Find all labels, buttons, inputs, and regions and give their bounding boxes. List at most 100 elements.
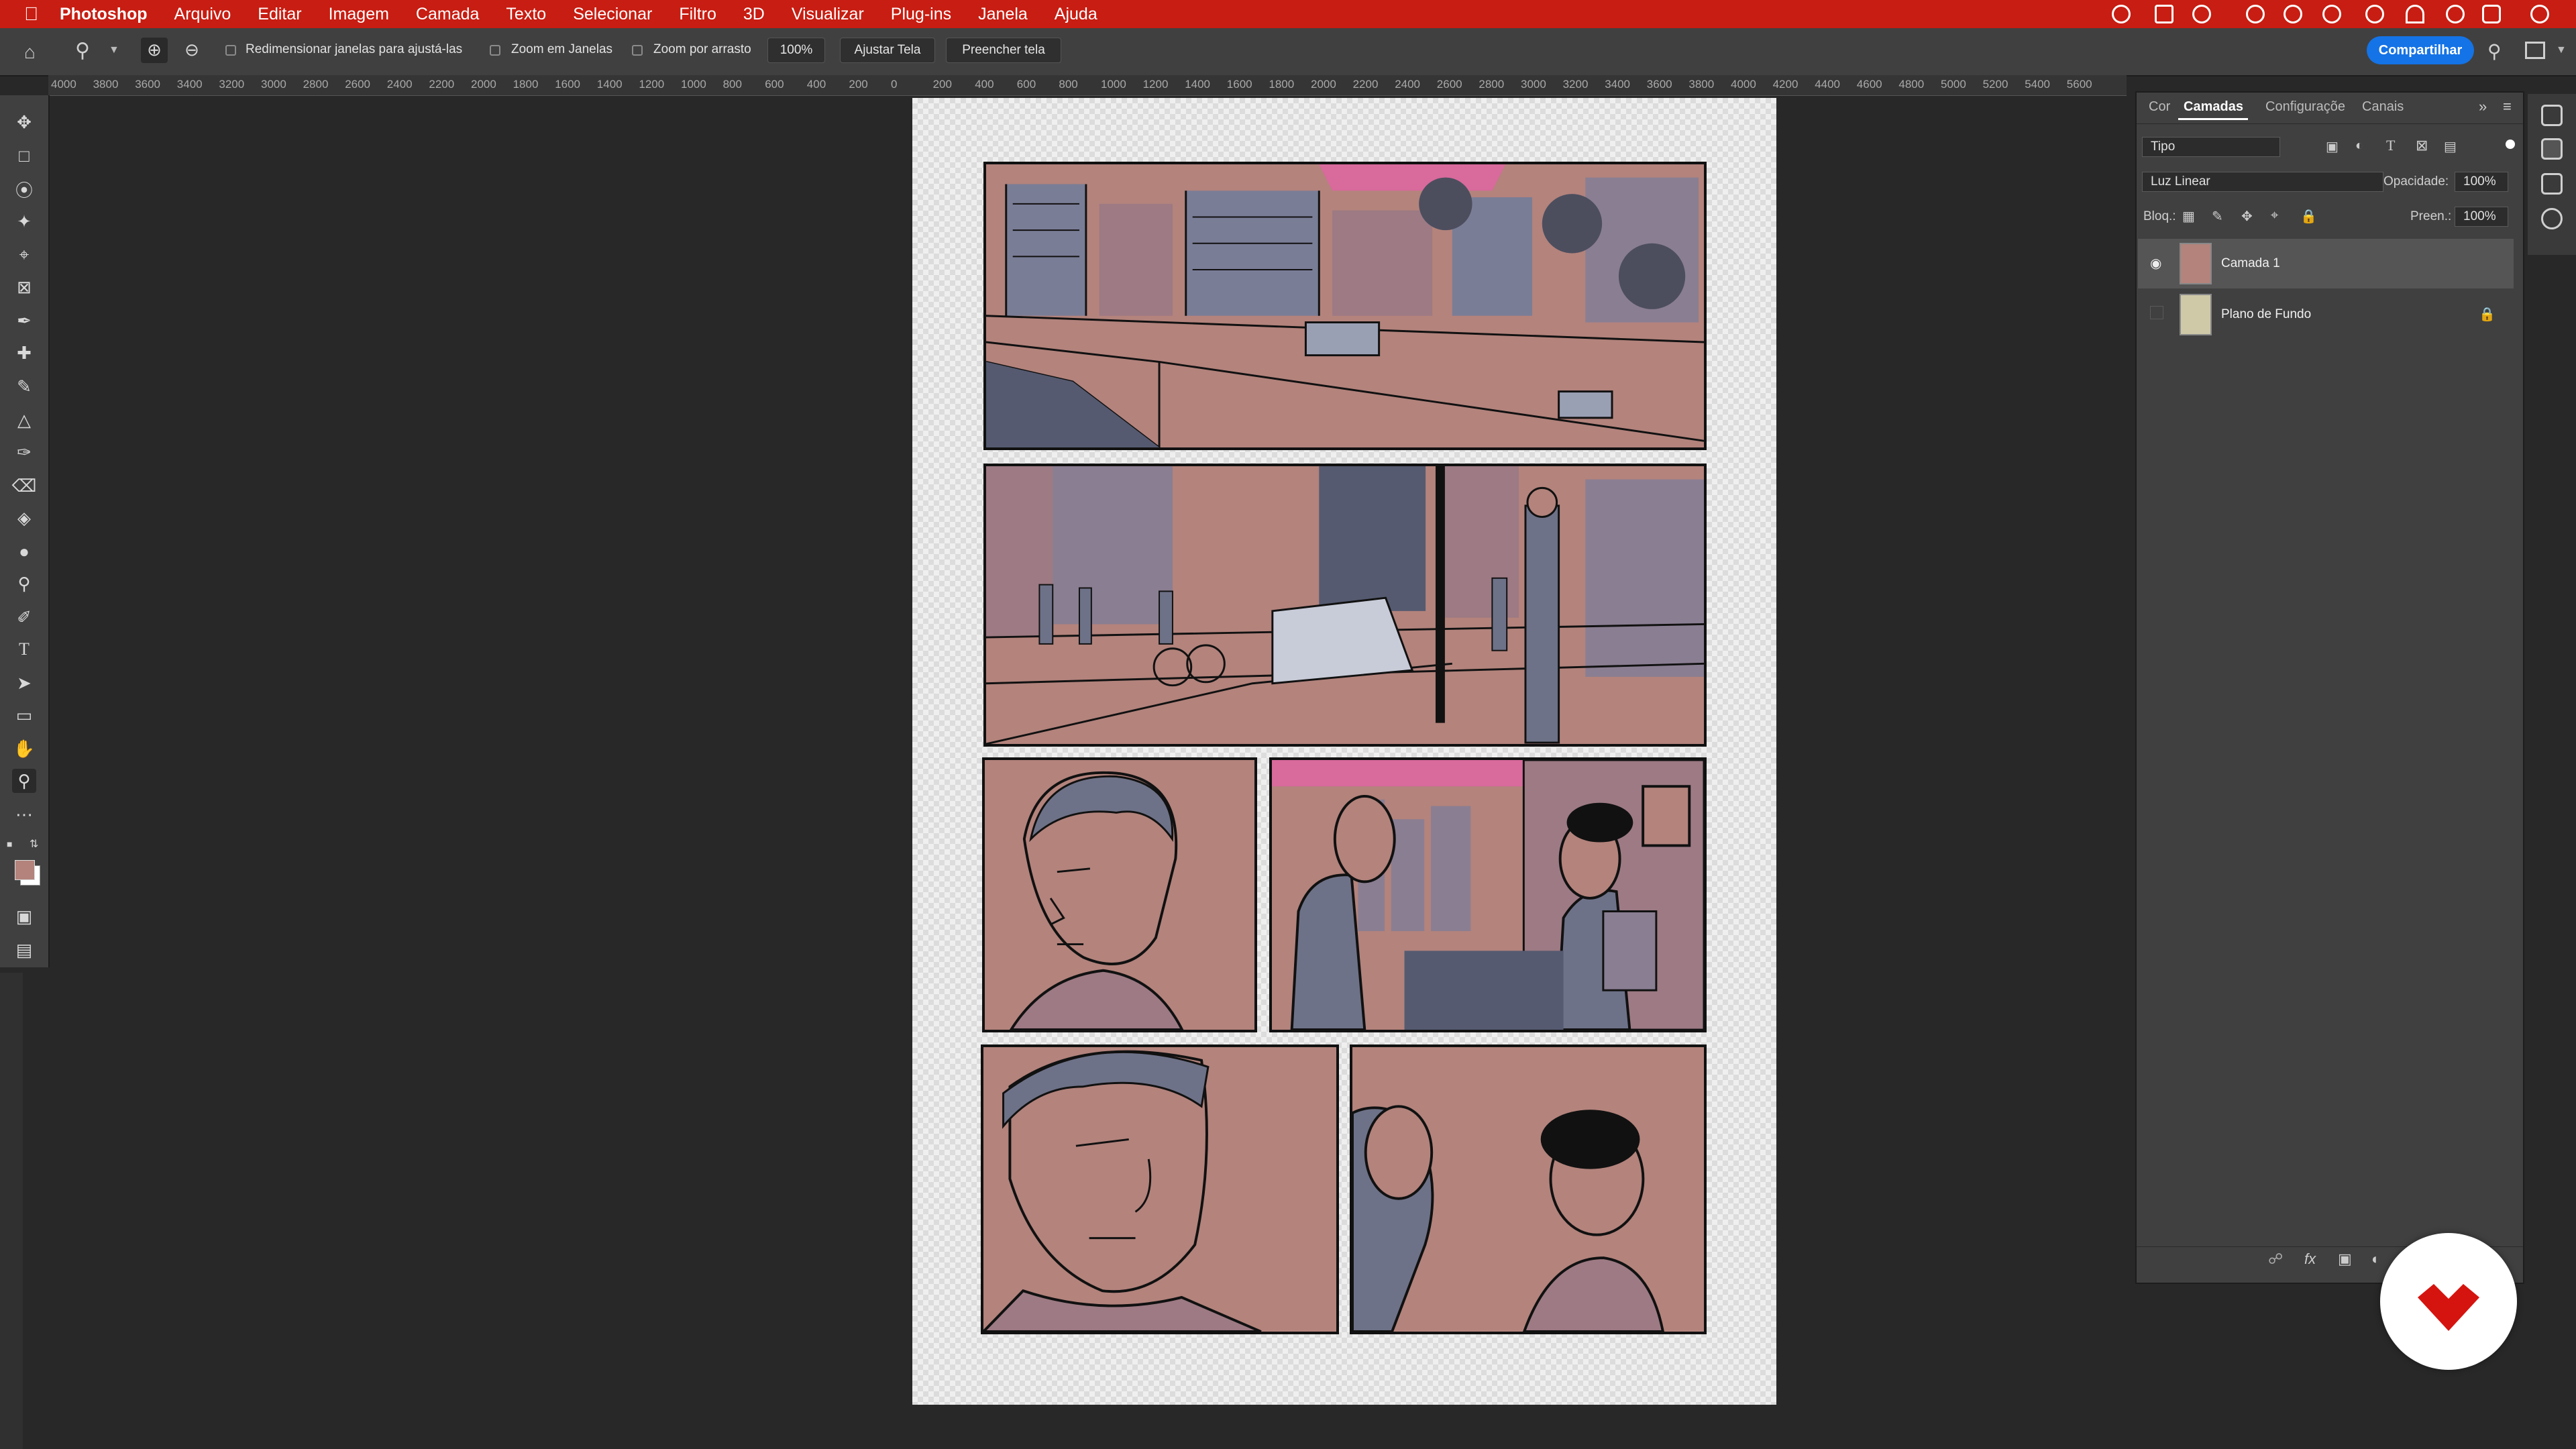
blur-tool-icon[interactable]: ● [12,539,36,564]
foreground-color-swatch[interactable] [15,860,35,880]
panel-menu-icon[interactable]: ≡ [2503,98,2512,115]
tab-layers[interactable]: Camadas [2184,99,2243,115]
status-app-icon[interactable] [2155,5,2174,23]
status-creative-cloud-icon[interactable] [2112,5,2131,23]
adjustment-layer-icon[interactable]: ◐ [2371,1250,2380,1268]
fx-icon[interactable]: fx [2304,1250,2316,1268]
default-colors-icon[interactable]: ■ [7,839,12,849]
filter-type-icon[interactable]: T [2386,137,2395,154]
menu-camada[interactable]: Camada [416,5,480,24]
filter-adjustment-icon[interactable]: ◐ [2355,138,2363,154]
opacity-field[interactable]: 100% [2455,172,2508,192]
share-button[interactable]: Compartilhar [2367,36,2474,64]
document-canvas[interactable] [912,98,1776,1405]
menu-texto[interactable]: Texto [506,5,546,24]
fill-screen-button[interactable]: Preencher tela [946,38,1061,63]
brush-tool-icon[interactable]: ✎ [12,374,36,398]
magic-wand-icon[interactable]: ✦ [12,209,36,233]
layer-mask-icon[interactable]: ▣ [2338,1250,2352,1268]
lasso-tool-icon[interactable]: ⦿ [12,177,36,201]
menu-app-name[interactable]: Photoshop [60,5,148,24]
path-selection-icon[interactable]: ➤ [12,671,36,695]
menu-editar[interactable]: Editar [258,5,301,24]
link-layers-icon[interactable]: ☍ [2268,1250,2283,1268]
siri-icon[interactable] [2530,5,2549,23]
workspace-chevron-icon[interactable]: ▼ [2556,44,2567,56]
marquee-tool-icon[interactable]: □ [12,144,36,168]
filter-shape-icon[interactable]: ⊠ [2416,137,2428,154]
visibility-toggle[interactable] [2150,306,2163,319]
status-cloud-icon[interactable] [2284,5,2302,23]
wifi-icon[interactable] [2406,5,2424,23]
type-tool-icon[interactable]: T [12,637,36,661]
layer-row-camada-1[interactable]: ◉ Camada 1 [2138,239,2514,288]
menu-ajuda[interactable]: Ajuda [1055,5,1097,24]
rectangle-tool-icon[interactable]: ▭ [12,703,36,727]
healing-brush-icon[interactable]: ✚ [12,341,36,365]
scrubby-zoom-checkbox[interactable] [632,45,643,56]
filter-pixel-icon[interactable]: ▣ [2326,138,2339,155]
filter-toggle-icon[interactable] [2506,140,2515,149]
more-tools-icon[interactable]: ⋯ [12,802,36,826]
learn-panel-icon[interactable] [2541,105,2563,126]
clone-stamp-icon[interactable]: △ [12,408,36,432]
fill-field[interactable]: 100% [2455,207,2508,227]
collapse-panel-icon[interactable]: » [2479,98,2487,115]
screen-mode-icon[interactable]: ▤ [12,938,36,962]
move-tool-icon[interactable]: ✥ [12,110,36,134]
home-icon[interactable]: ⌂ [24,42,36,63]
brush-panel-icon[interactable] [2541,173,2563,195]
zoom-in-icon[interactable]: ⊕ [141,38,168,63]
layers-panel-icon[interactable] [2541,138,2563,160]
lock-transparent-icon[interactable]: ▦ [2182,208,2195,225]
status-play-icon[interactable] [2365,5,2384,23]
paint-bucket-icon[interactable]: ◈ [12,506,36,530]
eyedropper-icon[interactable]: ✒ [12,309,36,333]
status-gear-icon[interactable] [2246,5,2265,23]
zoom-tool-preset-icon[interactable]: ⚲ [75,39,90,62]
control-center-icon[interactable] [2482,5,2501,23]
pen-tool-icon[interactable]: ✐ [12,605,36,629]
menu-plugins[interactable]: Plug-ins [891,5,951,24]
lock-artboard-icon[interactable]: ⌖ [2271,208,2278,223]
lock-pixels-icon[interactable]: ✎ [2212,208,2223,225]
chevron-down-icon[interactable]: ▼ [109,44,119,56]
horizontal-ruler[interactable]: 4000 3800 3600 3400 3200 3000 2800 2600 2400 2200… [48,75,2127,96]
lock-all-icon[interactable]: 🔒 [2300,208,2317,225]
blend-mode-dropdown[interactable]: Luz Linear [2142,172,2383,192]
quick-mask-icon[interactable]: ▣ [12,904,36,928]
status-airplay-icon[interactable] [2322,5,2341,23]
filter-smart-object-icon[interactable]: ▤ [2444,138,2457,155]
crop-tool-icon[interactable]: ⌖ [12,243,36,267]
spotlight-search-icon[interactable] [2446,5,2465,23]
eye-icon[interactable]: ◉ [2150,255,2161,272]
menu-imagem[interactable]: Imagem [329,5,389,24]
menu-3d[interactable]: 3D [743,5,765,24]
zoom-all-windows-checkbox[interactable] [490,45,500,56]
lock-icon[interactable]: 🔒 [2479,306,2496,323]
resize-windows-checkbox[interactable] [225,45,236,56]
lock-position-icon[interactable]: ✥ [2241,208,2253,225]
fit-screen-button[interactable]: Ajustar Tela [840,38,935,63]
apple-icon[interactable]:  [24,3,38,25]
tab-settings[interactable]: Configuraçõe [2265,99,2345,115]
workspace-icon[interactable] [2525,42,2545,59]
tab-channels[interactable]: Canais [2362,99,2404,115]
properties-panel-icon[interactable] [2541,208,2563,229]
menu-janela[interactable]: Janela [978,5,1028,24]
menu-visualizar[interactable]: Visualizar [792,5,864,24]
zoom-tool-icon[interactable]: ⚲ [12,769,36,793]
search-icon[interactable]: ⚲ [2487,40,2502,62]
eraser-icon[interactable]: ⌫ [12,474,37,498]
tab-color[interactable]: Cor [2149,99,2170,115]
dodge-tool-icon[interactable]: ⚲ [12,572,36,596]
zoom-out-icon[interactable]: ⊖ [178,38,205,63]
layer-filter-kind-dropdown[interactable]: Tipo [2142,137,2280,157]
status-sync-icon[interactable] [2192,5,2211,23]
history-brush-icon[interactable]: ✑ [12,440,36,464]
menu-arquivo[interactable]: Arquivo [174,5,231,24]
zoom-value-field[interactable]: 100% [767,38,825,63]
swap-colors-icon[interactable]: ⇅ [30,837,38,851]
layer-row-plano-de-fundo[interactable]: Plano de Fundo 🔒 [2138,290,2514,339]
menu-filtro[interactable]: Filtro [679,5,716,24]
